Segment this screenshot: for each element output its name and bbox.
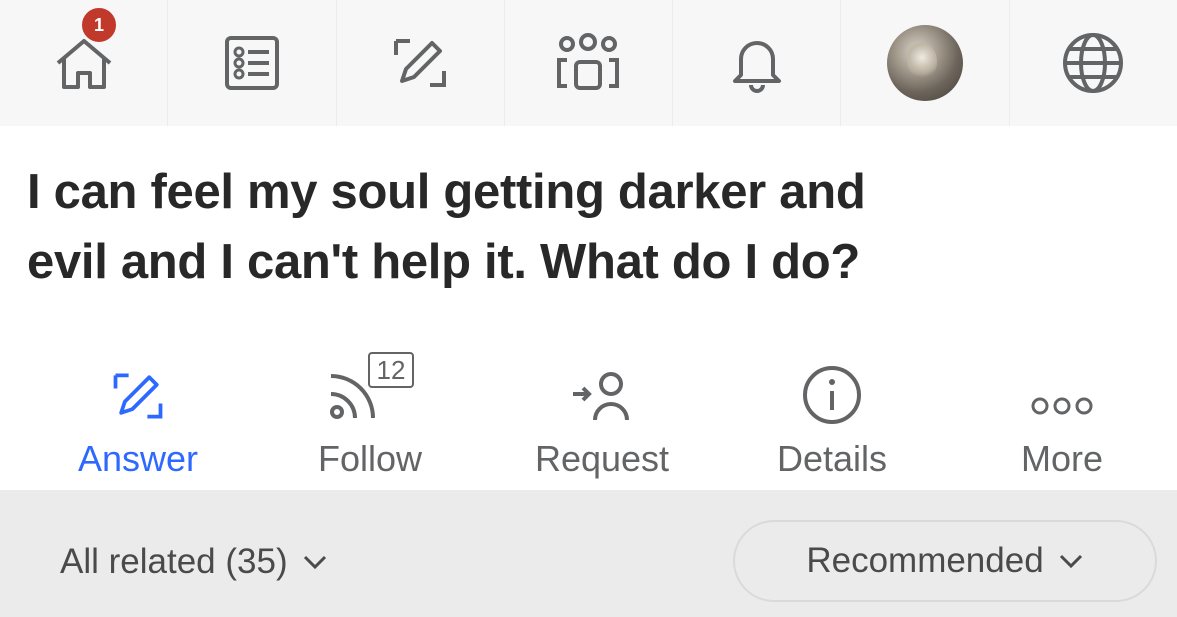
notification-badge: 1	[80, 6, 118, 44]
request-user-icon	[573, 372, 629, 421]
question-title: I can feel my soul getting darker and ev…	[27, 158, 1147, 297]
related-label: All related (35)	[60, 542, 288, 581]
bell-icon	[732, 41, 781, 93]
chevron-down-icon	[1059, 554, 1082, 569]
request-button[interactable]: Request	[522, 340, 682, 480]
sort-dropdown[interactable]: Recommended	[733, 520, 1157, 602]
nav-following[interactable]	[168, 0, 337, 126]
nav-spaces[interactable]	[505, 0, 674, 126]
answer-label: Answer	[77, 438, 199, 479]
nav-profile[interactable]	[841, 0, 1010, 126]
question-actions: Answer 12 Follow Request Details More	[0, 340, 1177, 490]
nav-answer[interactable]	[337, 0, 505, 126]
globe-icon	[1063, 33, 1124, 93]
filter-bar: All related (35) Recommended	[0, 490, 1177, 617]
info-icon	[803, 366, 861, 424]
follow-button[interactable]: 12 Follow	[300, 340, 440, 480]
follow-count: 12	[368, 352, 414, 388]
more-button[interactable]: More	[1000, 340, 1124, 480]
nav-home[interactable]: 1	[0, 0, 169, 126]
nav-language[interactable]	[1010, 0, 1177, 126]
top-nav: 1	[0, 0, 1177, 126]
avatar	[887, 25, 964, 101]
pencil-square-icon	[113, 373, 163, 419]
request-label: Request	[534, 438, 670, 479]
details-button[interactable]: Details	[762, 340, 902, 480]
more-label: More	[1020, 438, 1104, 479]
sort-label: Recommended	[806, 541, 1044, 580]
chevron-down-icon	[303, 555, 326, 570]
details-label: Details	[776, 438, 888, 479]
question-line-1: I can feel my soul getting darker and	[27, 165, 866, 219]
pencil-square-icon	[394, 39, 447, 87]
follow-label: Follow	[317, 438, 423, 479]
question-line-2: evil and I can't help it. What do I do?	[27, 234, 860, 289]
list-icon	[224, 36, 279, 90]
answer-button[interactable]: Answer	[68, 340, 208, 480]
related-filter-dropdown[interactable]: All related (35)	[60, 542, 328, 582]
more-dots-icon	[1031, 397, 1093, 415]
nav-notifications[interactable]	[673, 0, 842, 126]
people-icon	[557, 33, 620, 90]
